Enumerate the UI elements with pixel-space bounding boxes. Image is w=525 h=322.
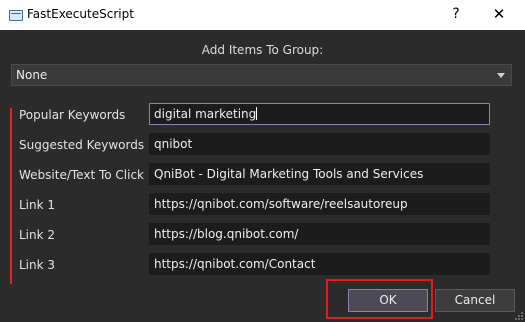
suggested-keywords-label: Suggested Keywords [19,138,145,152]
title-bar: FastExecuteScript ? ✕ [0,0,525,30]
popular-keywords-label: Popular Keywords [19,108,126,122]
website-text-label: Website/Text To Click [19,168,145,182]
popular-keywords-input[interactable]: digital marketing [149,103,490,125]
link-1-input[interactable]: https://qnibot.com/software/reelsautoreu… [149,193,490,215]
window-title: FastExecuteScript [27,7,134,21]
group-dropdown[interactable]: None [11,64,512,86]
annotation-bracket [10,108,12,284]
help-button[interactable]: ? [446,4,466,24]
group-label: Add Items To Group: [201,43,324,57]
cancel-button[interactable]: Cancel [435,289,515,312]
resize-grip-icon[interactable] [513,310,523,320]
link-1-label: Link 1 [19,198,56,212]
website-text-input[interactable]: QniBot - Digital Marketing Tools and Ser… [149,163,490,185]
group-selected-value: None [16,68,48,82]
close-button[interactable]: ✕ [489,4,509,24]
chevron-down-icon[interactable] [497,73,505,78]
text-caret [256,107,258,120]
link-3-input[interactable]: https://qnibot.com/Contact [149,253,490,275]
link-2-input[interactable]: https://blog.qnibot.com/ [149,223,490,245]
app-window-icon [9,10,23,21]
ok-button[interactable]: OK [348,289,428,312]
link-3-label: Link 3 [19,258,56,272]
popular-keywords-value: digital marketing [154,107,257,121]
link-2-label: Link 2 [19,228,56,242]
suggested-keywords-input[interactable]: qnibot [149,133,490,155]
